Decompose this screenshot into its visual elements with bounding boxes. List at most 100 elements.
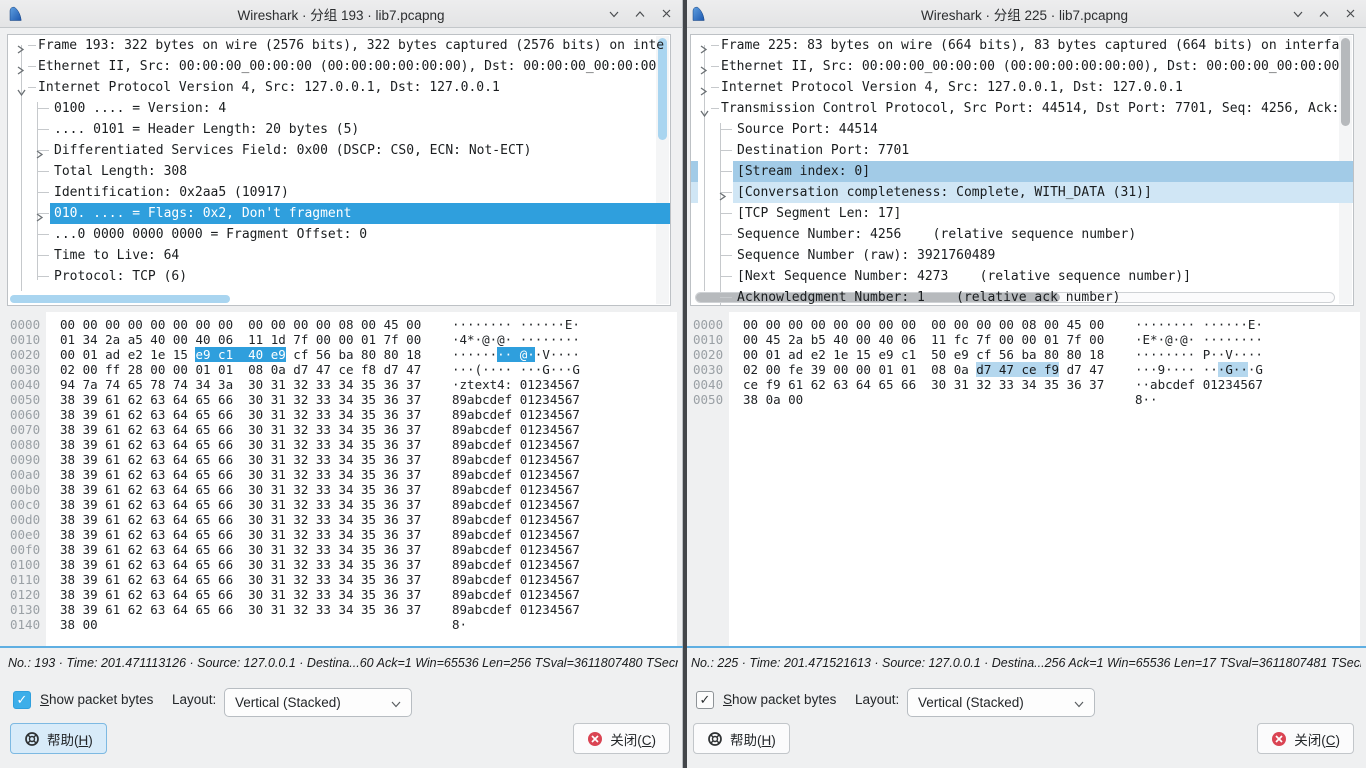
tree-vertical-scrollbar[interactable] (656, 36, 669, 304)
close-button[interactable]: 关闭(C) (1257, 723, 1354, 754)
hex-row[interactable]: 000000 00 00 00 00 00 00 00 00 00 00 00 … (683, 317, 1360, 332)
help-button[interactable]: 帮助(H) (10, 723, 107, 754)
tree-horizontal-scrollbar[interactable] (10, 295, 230, 303)
tree-row-label: Differentiated Services Field: 0x00 (DSC… (8, 143, 531, 158)
tree-row[interactable]: ...0 0000 0000 0000 = Fragment Offset: 0 (8, 224, 670, 245)
hex-row[interactable]: 0040ce f9 61 62 63 64 65 66 30 31 32 33 … (683, 377, 1360, 392)
tree-row[interactable]: Protocol: TCP (6) (8, 266, 670, 287)
tree-row[interactable]: Destination Port: 7701 (691, 140, 1353, 161)
chevron-down-icon[interactable] (1292, 8, 1304, 20)
hex-row[interactable]: 010038 39 61 62 63 64 65 66 30 31 32 33 … (0, 557, 677, 572)
expand-icon[interactable] (16, 40, 25, 61)
tree-row[interactable]: Identification: 0x2aa5 (10917) (8, 182, 670, 203)
hex-row[interactable]: 014038 008· (0, 617, 677, 632)
hex-row[interactable]: 002000 01 ad e2 1e 15 e9 c1 40 e9 cf 56 … (0, 347, 677, 362)
show-packet-bytes-checkbox[interactable]: ✓ (13, 691, 31, 709)
hex-row[interactable]: 001001 34 2a a5 40 00 40 06 11 1d 7f 00 … (0, 332, 677, 347)
tree-row[interactable]: Differentiated Services Field: 0x00 (DSC… (8, 140, 670, 161)
hex-row[interactable]: 00e038 39 61 62 63 64 65 66 30 31 32 33 … (0, 527, 677, 542)
expand-icon[interactable] (35, 145, 44, 166)
tree-row[interactable]: Source Port: 44514 (691, 119, 1353, 140)
tree-row[interactable]: 010. .... = Flags: 0x2, Don't fragment (8, 203, 670, 224)
hex-ascii: 89abcdef 01234567 (452, 602, 580, 617)
tree-row[interactable]: Internet Protocol Version 4, Src: 127.0.… (691, 77, 1353, 98)
hex-row[interactable]: 012038 39 61 62 63 64 65 66 30 31 32 33 … (0, 587, 677, 602)
hex-row[interactable]: 00c038 39 61 62 63 64 65 66 30 31 32 33 … (0, 497, 677, 512)
titlebar[interactable]: Wireshark · 分组 193 · lib7.pcapng (0, 0, 682, 28)
scrollbar-thumb[interactable] (1341, 38, 1350, 126)
tree-row[interactable]: Transmission Control Protocol, Src Port:… (691, 98, 1353, 119)
layout-label: Layout: (855, 692, 899, 707)
hex-bytes: 38 39 61 62 63 64 65 66 30 31 32 33 34 3… (60, 437, 428, 452)
expand-icon[interactable] (16, 61, 25, 82)
packet-detail-tree[interactable]: Frame 225: 83 bytes on wire (664 bits), … (690, 34, 1354, 306)
tree-row[interactable]: Total Length: 308 (8, 161, 670, 182)
hex-row[interactable]: 003002 00 ff 28 00 00 01 01 08 0a d7 47 … (0, 362, 677, 377)
hex-row[interactable]: 000000 00 00 00 00 00 00 00 00 00 00 00 … (0, 317, 677, 332)
hex-row[interactable]: 001000 45 2a b5 40 00 40 06 11 fc 7f 00 … (683, 332, 1360, 347)
hex-row[interactable]: 005038 0a 008·· (683, 392, 1360, 407)
hex-rows: 000000 00 00 00 00 00 00 00 00 00 00 00 … (0, 317, 677, 632)
hex-row[interactable]: 004094 7a 74 65 78 74 34 3a 30 31 32 33 … (0, 377, 677, 392)
tree-row[interactable]: [Conversation completeness: Complete, WI… (691, 182, 1353, 203)
close-icon[interactable] (1344, 8, 1356, 20)
chevron-up-icon[interactable] (634, 8, 646, 20)
collapse-icon[interactable] (693, 109, 714, 118)
expand-icon[interactable] (718, 187, 727, 208)
layout-dropdown[interactable]: Vertical (Stacked) (907, 688, 1095, 717)
hex-row[interactable]: 003002 00 fe 39 00 00 01 01 08 0a d7 47 … (683, 362, 1360, 377)
hex-row[interactable]: 008038 39 61 62 63 64 65 66 30 31 32 33 … (0, 437, 677, 452)
tree-row[interactable]: Frame 225: 83 bytes on wire (664 bits), … (691, 35, 1353, 56)
tree-row[interactable]: [Stream index: 0] (691, 161, 1353, 182)
hex-row[interactable]: 002000 01 ad e2 1e 15 e9 c1 50 e9 cf 56 … (683, 347, 1360, 362)
close-icon[interactable] (660, 8, 672, 20)
hex-row[interactable]: 00b038 39 61 62 63 64 65 66 30 31 32 33 … (0, 482, 677, 497)
tree-row[interactable]: Internet Protocol Version 4, Src: 127.0.… (8, 77, 670, 98)
show-packet-bytes-checkbox[interactable]: ✓ (696, 691, 714, 709)
hex-row[interactable]: 005038 39 61 62 63 64 65 66 30 31 32 33 … (0, 392, 677, 407)
expand-icon[interactable] (699, 61, 708, 82)
tree-row[interactable]: [Next Sequence Number: 4273 (relative se… (691, 266, 1353, 287)
show-packet-bytes-label[interactable]: Show packet bytes (40, 692, 153, 707)
expand-icon[interactable] (699, 82, 708, 103)
hex-row[interactable]: 009038 39 61 62 63 64 65 66 30 31 32 33 … (0, 452, 677, 467)
layout-dropdown[interactable]: Vertical (Stacked) (224, 688, 412, 717)
packet-bytes-pane[interactable]: 000000 00 00 00 00 00 00 00 00 00 00 00 … (0, 312, 677, 646)
hex-offset: 0020 (0, 347, 46, 362)
show-packet-bytes-label[interactable]: Show packet bytes (723, 692, 836, 707)
chevron-down-icon[interactable] (608, 8, 620, 20)
button-row: 帮助(H) 关闭(C) (683, 723, 1366, 755)
hex-row[interactable]: 007038 39 61 62 63 64 65 66 30 31 32 33 … (0, 422, 677, 437)
packet-bytes-pane[interactable]: 000000 00 00 00 00 00 00 00 00 00 00 00 … (683, 312, 1360, 646)
hex-row[interactable]: 011038 39 61 62 63 64 65 66 30 31 32 33 … (0, 572, 677, 587)
close-button[interactable]: 关闭(C) (573, 723, 670, 754)
hex-ascii: ········ @··V···· (452, 347, 580, 362)
hex-row[interactable]: 006038 39 61 62 63 64 65 66 30 31 32 33 … (0, 407, 677, 422)
tree-row[interactable]: Sequence Number (raw): 3921760489 (691, 245, 1353, 266)
expand-icon[interactable] (699, 40, 708, 61)
controls-row: ✓ Show packet bytes Layout: Vertical (St… (0, 688, 682, 720)
tree-row[interactable]: 0100 .... = Version: 4 (8, 98, 670, 119)
tree-row[interactable]: .... 0101 = Header Length: 20 bytes (5) (8, 119, 670, 140)
expand-icon[interactable] (35, 208, 44, 229)
tree-rows: Frame 225: 83 bytes on wire (664 bits), … (691, 35, 1353, 306)
tree-row[interactable]: Time to Live: 64 (8, 245, 670, 266)
tree-row[interactable]: Frame 193: 322 bytes on wire (2576 bits)… (8, 35, 670, 56)
hex-row[interactable]: 00a038 39 61 62 63 64 65 66 30 31 32 33 … (0, 467, 677, 482)
tree-row[interactable]: Ethernet II, Src: 00:00:00_00:00:00 (00:… (691, 56, 1353, 77)
chevron-up-icon[interactable] (1318, 8, 1330, 20)
hex-row[interactable]: 00d038 39 61 62 63 64 65 66 30 31 32 33 … (0, 512, 677, 527)
packet-detail-tree[interactable]: Frame 193: 322 bytes on wire (2576 bits)… (7, 34, 671, 306)
tree-row[interactable]: Sequence Number: 4256 (relative sequence… (691, 224, 1353, 245)
collapse-icon[interactable] (10, 88, 31, 97)
hex-offset: 00d0 (0, 512, 46, 527)
hex-bytes: 38 39 61 62 63 64 65 66 30 31 32 33 34 3… (60, 407, 428, 422)
titlebar[interactable]: Wireshark · 分组 225 · lib7.pcapng (683, 0, 1366, 28)
help-button[interactable]: 帮助(H) (693, 723, 790, 754)
hex-row[interactable]: 013038 39 61 62 63 64 65 66 30 31 32 33 … (0, 602, 677, 617)
hex-row[interactable]: 00f038 39 61 62 63 64 65 66 30 31 32 33 … (0, 542, 677, 557)
scrollbar-thumb[interactable] (658, 38, 667, 140)
hex-ascii: ·4*·@·@· ········ (452, 332, 580, 347)
tree-row[interactable]: [TCP Segment Len: 17] (691, 203, 1353, 224)
tree-row[interactable]: Ethernet II, Src: 00:00:00_00:00:00 (00:… (8, 56, 670, 77)
